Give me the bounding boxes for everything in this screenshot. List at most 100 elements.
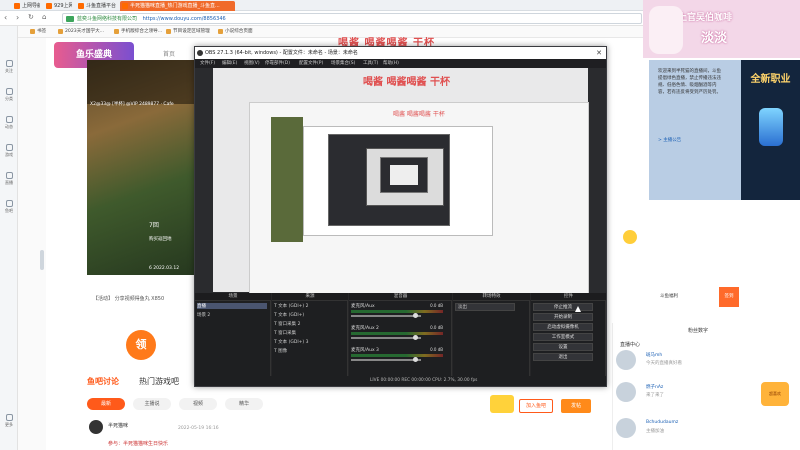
mixer-channel-label: 麦克风/Aux 3 (351, 348, 379, 353)
claim-coin-button[interactable]: 领 (126, 330, 156, 360)
chat-user[interactable]: 燃子nAz (646, 384, 663, 390)
source-item[interactable]: T 图像 (274, 348, 287, 354)
obs-menu-item[interactable]: 编辑(E) (222, 59, 237, 68)
scene-item[interactable]: 直播 (197, 303, 267, 309)
promo-card[interactable]: 全新职业 (741, 60, 800, 200)
chat-header[interactable]: 直播中心 (620, 341, 640, 348)
obs-preview[interactable]: 喝酱 喝酱喝酱 干杯 喝酱 喝酱喝酱 干杯 (213, 68, 589, 310)
obs-menu-item[interactable]: 视图(V) (244, 59, 260, 68)
url-text: https://www.douyu.com/8856346 (142, 16, 226, 22)
obs-status-bar: LIVE 00:00:00 REC 00:00:00 CPU: 2.7%, 30… (195, 376, 606, 386)
activity-tag[interactable]: 【活动】 分享视频得鱼丸 X850 (93, 295, 164, 302)
page-scroll-handle[interactable] (40, 250, 44, 270)
sidebar-item[interactable]: 直播 (0, 172, 18, 186)
scene-item[interactable]: 场景 2 (197, 312, 210, 318)
notice-link[interactable]: > 主播公告 (658, 137, 681, 143)
avatar[interactable] (616, 418, 636, 438)
bookmark-item[interactable]: 手机版综合之领导... (114, 28, 162, 34)
mixer-channel: 麦克风/Aux 3 0.0 dB (351, 347, 443, 365)
volume-knob[interactable] (413, 357, 418, 362)
home-icon[interactable]: ⌂ (42, 13, 46, 21)
obs-control-button[interactable]: 开始录制 (533, 313, 593, 321)
back-icon[interactable]: ‹ (4, 13, 7, 22)
volume-slider[interactable] (351, 337, 421, 339)
mixer-db: 0.0 dB (430, 347, 443, 352)
obs-menu-item[interactable]: 停靠部件(D) (265, 59, 290, 68)
obs-control-button[interactable]: 退出 (533, 353, 593, 361)
pill-latest[interactable]: 最新 (87, 398, 125, 410)
video-player[interactable]: X2@33@ [半杯] @VIP 2489877 · Cafe 7回 购买返回地… (87, 60, 195, 275)
chat-row[interactable]: 燃子nAz 来了来了 (616, 382, 736, 406)
tab-favicon-icon (14, 3, 20, 9)
new-post-button[interactable]: 发帖 (561, 399, 591, 413)
chat-user[interactable]: 斑马mh (646, 352, 662, 358)
avatar[interactable] (616, 350, 636, 370)
pill-video[interactable]: 视频 (179, 398, 217, 410)
scene-panel-header: 场景 (195, 293, 271, 301)
sidebar-item[interactable]: 动态 (0, 116, 18, 130)
avatar[interactable] (89, 420, 103, 434)
volume-slider[interactable] (351, 315, 421, 317)
mixer-channel: 麦克风/Aux 2 0.0 dB (351, 325, 443, 343)
obs-control-button[interactable]: 设置 (533, 343, 593, 351)
sidebar-item[interactable]: 关注 (0, 60, 18, 74)
mascot-badge[interactable]: 超喜欢 (761, 382, 789, 406)
obs-control-button[interactable]: 停止推流 (533, 303, 593, 311)
refresh-icon[interactable]: ↻ (28, 13, 34, 21)
obs-menu-bar: 文件(F) 编辑(E) 视图(V) 停靠部件(D) 配置文件(P) 场景集合(S) 工具(T… (195, 59, 606, 68)
obs-menu-item[interactable]: 工具(T) (363, 59, 378, 68)
sidebar-item[interactable]: 更多 (0, 414, 18, 428)
transition-select[interactable]: 淡出 (455, 303, 515, 311)
close-icon[interactable]: ✕ (596, 47, 602, 59)
source-item[interactable]: T 文本 (GDI+) 2 (274, 303, 308, 309)
banner-name: 淡淡 (701, 31, 728, 46)
chat-header-2[interactable]: 粉丝数字 (688, 327, 708, 334)
sidebar-item[interactable]: 分类 (0, 88, 18, 102)
browser-tab[interactable]: 929上网 (44, 1, 72, 11)
browser-tab[interactable]: 斗鱼直播平台 (76, 1, 118, 11)
preview-title-overlay: 喝酱 喝酱喝酱 干杯 (363, 77, 450, 88)
audio-mixer: 麦克风/Aux 0.0 dB 麦克风/Aux 2 0.0 dB 麦克风/Aux 3 0.0… (349, 301, 452, 376)
chat-user[interactable]: Bchududaumz (646, 420, 678, 425)
obs-menu-item[interactable]: 文件(F) (200, 59, 215, 68)
forward-icon[interactable]: › (16, 13, 19, 22)
avatar[interactable] (616, 382, 636, 402)
obs-menu-item[interactable]: 配置文件(P) (299, 59, 323, 68)
source-item[interactable]: T 窗口采集 2 (274, 321, 300, 327)
url-input[interactable]: 蓝奕斗鱼网络科技有限公司 https://www.douyu.com/88563… (62, 13, 642, 24)
bookmark-item[interactable]: 节目设定区域管理 (166, 28, 210, 34)
obs-menu-item[interactable]: 场景集合(S) (331, 59, 355, 68)
sidebar-item[interactable]: 游戏 (0, 144, 18, 158)
home-link[interactable]: 首页 (163, 49, 175, 58)
pill-featured[interactable]: 精华 (225, 398, 263, 410)
sidebar-item[interactable]: 鱼吧 (0, 200, 18, 214)
volume-knob[interactable] (413, 313, 418, 318)
obs-title-bar: OBS 27.1.3 (64-bit, windows) - 配置文件：未命名 … (195, 47, 606, 59)
bookmark-item[interactable]: 书签 (30, 28, 46, 34)
join-forum-button[interactable]: 加入鱼吧 (519, 399, 553, 413)
bookmark-item[interactable]: 2023天才国学大... (58, 28, 104, 34)
source-item[interactable]: T 窗口采集 (274, 330, 296, 336)
post-author[interactable]: 半死猫咪 (108, 422, 128, 429)
source-item[interactable]: T 文本 (GDI+) (274, 312, 304, 318)
post-link[interactable]: 参与：半死猫猫咪生日快乐 (108, 440, 168, 447)
obs-control-button[interactable]: 工作室模式 (533, 333, 593, 341)
post-time: 2022-05-19 16:16 (178, 426, 219, 431)
tab-forum-discussion[interactable]: 鱼吧讨论 (87, 376, 119, 387)
preview-game-thumb (271, 117, 303, 242)
browser-tab[interactable]: 半死猫猫咪直播_热门游戏直播_斗鱼直... (120, 1, 235, 11)
tab-hot-games[interactable]: 热门游戏吧 (139, 376, 179, 387)
volume-knob[interactable] (413, 335, 418, 340)
obs-control-button[interactable]: 启动虚拟摄像机 (533, 323, 593, 331)
browser-tab[interactable]: 上网导航 (12, 1, 40, 11)
preview-title-overlay-2: 喝酱 喝酱喝酱 干杯 (393, 111, 445, 118)
chat-row[interactable]: 斑马mh 今天的直播真好看 (616, 350, 736, 374)
pill-streamer[interactable]: 主播说 (133, 398, 171, 410)
transition-panel: 淡出 (453, 301, 530, 376)
chat-row[interactable]: Bchududaumz 主播加油 (616, 418, 736, 442)
obs-menu-item[interactable]: 帮助(H) (383, 59, 399, 68)
bookmark-item[interactable]: 小说综合页面 (218, 28, 253, 34)
source-item[interactable]: T 文本 (GDI+) 3 (274, 339, 308, 345)
volume-slider[interactable] (351, 359, 421, 361)
checkin-button[interactable]: 签到 (719, 287, 739, 307)
